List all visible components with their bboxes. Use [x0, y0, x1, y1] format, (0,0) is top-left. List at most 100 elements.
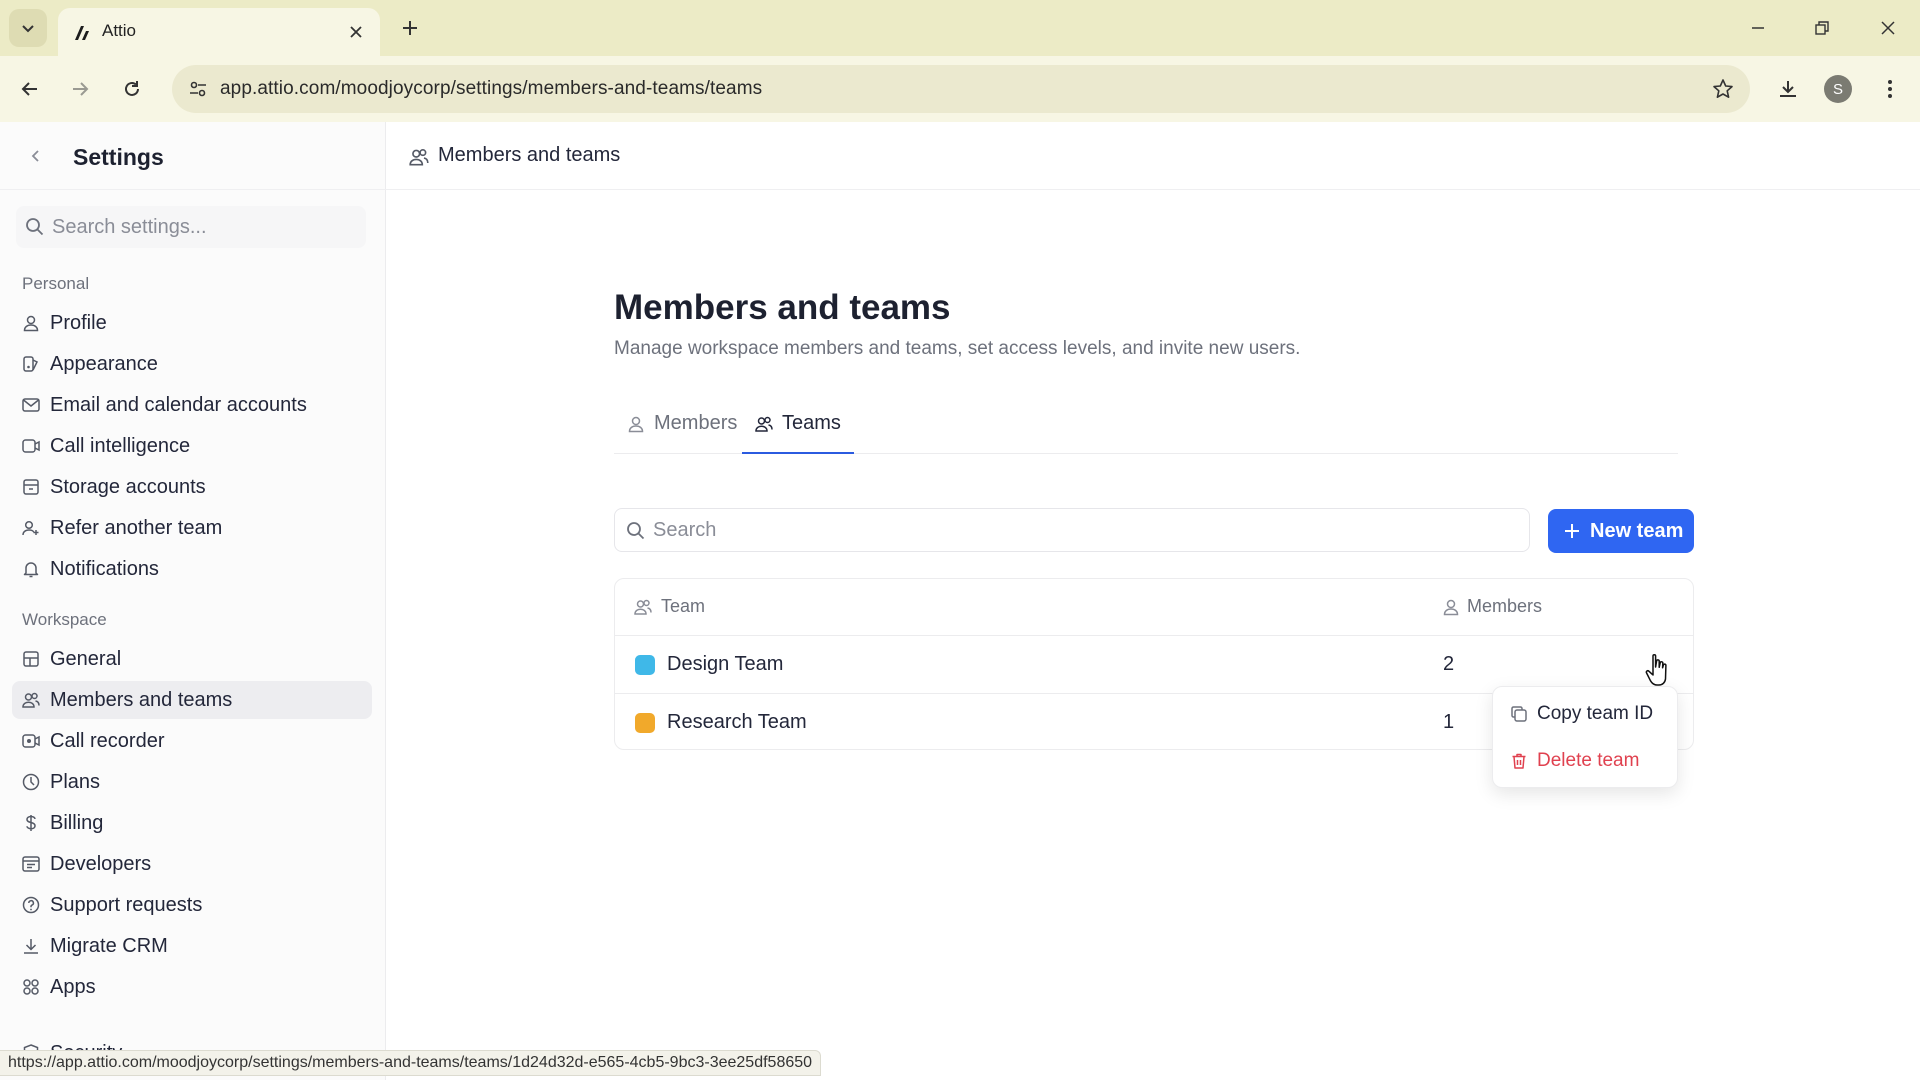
sidebar-item-label: Developers [50, 853, 152, 875]
sidebar-item-label: Migrate CRM [50, 935, 168, 957]
forward-button[interactable] [60, 69, 100, 109]
status-bar-url: https://app.attio.com/moodjoycorp/settin… [0, 1050, 822, 1076]
plans-icon [22, 773, 40, 791]
browser-toolbar: app.attio.com/moodjoycorp/settings/membe… [0, 56, 1920, 122]
sidebar-item-apps[interactable]: Apps [12, 968, 372, 1006]
users-icon [755, 416, 773, 432]
sidebar-item-label: General [50, 648, 122, 670]
team-name[interactable]: Design Team [667, 653, 783, 676]
back-button[interactable] [10, 69, 50, 109]
browser-tab-strip: Attio [0, 0, 1920, 56]
column-header-label: Team [661, 596, 706, 616]
sidebar-item-label: Refer another team [50, 517, 223, 539]
sidebar-item-support-requests[interactable]: Support requests [12, 886, 372, 924]
settings-search[interactable] [16, 206, 366, 248]
sidebar-item-label: Notifications [50, 558, 159, 580]
new-tab-button[interactable] [396, 14, 424, 42]
downloads-button[interactable] [1768, 69, 1808, 109]
table-row[interactable]: Design Team 2 [615, 635, 1693, 693]
copy-team-id-menu-item[interactable]: Copy team ID [1499, 693, 1673, 733]
address-bar[interactable]: app.attio.com/moodjoycorp/settings/membe… [172, 65, 1750, 113]
browser-menu-button[interactable] [1870, 69, 1910, 109]
teams-search[interactable] [614, 508, 1530, 552]
sidebar-item-refer-team[interactable]: Refer another team [12, 509, 372, 547]
team-color-icon [635, 713, 655, 733]
sidebar-header: Settings [0, 122, 386, 190]
sidebar-item-profile[interactable]: Profile [12, 304, 372, 342]
plus-icon [403, 21, 417, 35]
sidebar-item-label: Call intelligence [50, 435, 191, 457]
sidebar-item-general[interactable]: General [12, 640, 372, 678]
download-icon [24, 939, 38, 954]
new-team-button[interactable]: New team [1548, 509, 1694, 553]
sidebar-item-label: Profile [50, 312, 107, 334]
column-header-team[interactable]: Team [633, 579, 1033, 635]
sidebar-item-appearance[interactable]: Appearance [12, 345, 372, 383]
settings-main: Members and teams Members and teams Mana… [386, 122, 1920, 1080]
teams-search-input[interactable] [653, 509, 1513, 551]
sidebar-item-label: Apps [50, 976, 96, 998]
chevron-left-icon [31, 150, 39, 162]
window-close-button[interactable] [1868, 10, 1908, 46]
column-header-members[interactable]: Members [1441, 579, 1641, 635]
sidebar-item-developers[interactable]: Developers [12, 845, 372, 883]
bookmark-button[interactable] [1710, 76, 1736, 102]
close-icon [1881, 21, 1895, 35]
restore-icon [1815, 21, 1829, 35]
tab-members[interactable]: Members [614, 400, 742, 454]
tab-teams[interactable]: Teams [742, 400, 854, 454]
video-icon [22, 439, 40, 453]
arrow-right-icon [73, 82, 89, 96]
apps-icon [23, 979, 39, 995]
sidebar-item-label: Members and teams [50, 689, 233, 711]
settings-search-input[interactable] [52, 206, 352, 248]
sidebar-item-email-calendar[interactable]: Email and calendar accounts [12, 386, 372, 424]
sidebar-item-storage-accounts[interactable]: Storage accounts [12, 468, 372, 506]
column-header-label: Members [1467, 596, 1543, 616]
more-vertical-icon [1888, 80, 1892, 98]
back-to-app-button[interactable] [24, 144, 48, 168]
site-info-button[interactable] [186, 77, 210, 101]
page-title: Members and teams [614, 288, 951, 327]
sidebar-item-notifications[interactable]: Notifications [12, 550, 372, 588]
attio-logo-icon [75, 26, 89, 40]
sidebar-item-label: Appearance [50, 353, 158, 375]
user-icon [1443, 599, 1459, 616]
star-icon [1713, 79, 1733, 98]
profile-button[interactable]: S [1818, 69, 1858, 109]
chevron-down-icon [22, 25, 34, 33]
trash-icon [1512, 753, 1526, 769]
sidebar-item-label: Storage accounts [50, 476, 206, 498]
team-name[interactable]: Research Team [667, 711, 807, 734]
tab-close-button[interactable] [344, 20, 368, 44]
window-restore-button[interactable] [1802, 10, 1842, 46]
plus-icon [1565, 524, 1579, 538]
reload-button[interactable] [112, 69, 152, 109]
sidebar-item-migrate-crm[interactable]: Migrate CRM [12, 927, 372, 965]
window-minimize-button[interactable] [1738, 10, 1778, 46]
bell-icon [23, 562, 39, 578]
member-count: 2 [1443, 653, 1455, 675]
section-label-personal: Personal [22, 274, 90, 293]
grid-icon [23, 651, 39, 667]
browser-tab-attio[interactable]: Attio [58, 8, 380, 56]
sidebar-item-members-and-teams[interactable]: Members and teams [12, 681, 372, 719]
section-label-workspace: Workspace [22, 610, 107, 629]
delete-team-menu-item[interactable]: Delete team [1499, 740, 1673, 780]
url-text[interactable]: app.attio.com/moodjoycorp/settings/membe… [220, 78, 762, 100]
call-recorder-icon [22, 734, 40, 748]
search-icon [627, 522, 645, 540]
sidebar-item-billing[interactable]: Billing [12, 804, 372, 842]
tab-search-button[interactable] [9, 9, 47, 47]
palette-icon [23, 356, 39, 372]
sidebar-item-call-recorder[interactable]: Call recorder [12, 722, 372, 760]
sidebar-title: Settings [73, 144, 164, 170]
tune-icon [190, 81, 206, 97]
members-teams-tabs: Members Teams [614, 400, 1678, 454]
sidebar-item-plans[interactable]: Plans [12, 763, 372, 801]
member-count: 1 [1443, 711, 1455, 733]
sidebar-item-label: Billing [50, 812, 104, 834]
tab-label: Teams [782, 412, 841, 434]
sidebar-item-call-intelligence[interactable]: Call intelligence [12, 427, 372, 465]
search-icon [26, 218, 44, 236]
